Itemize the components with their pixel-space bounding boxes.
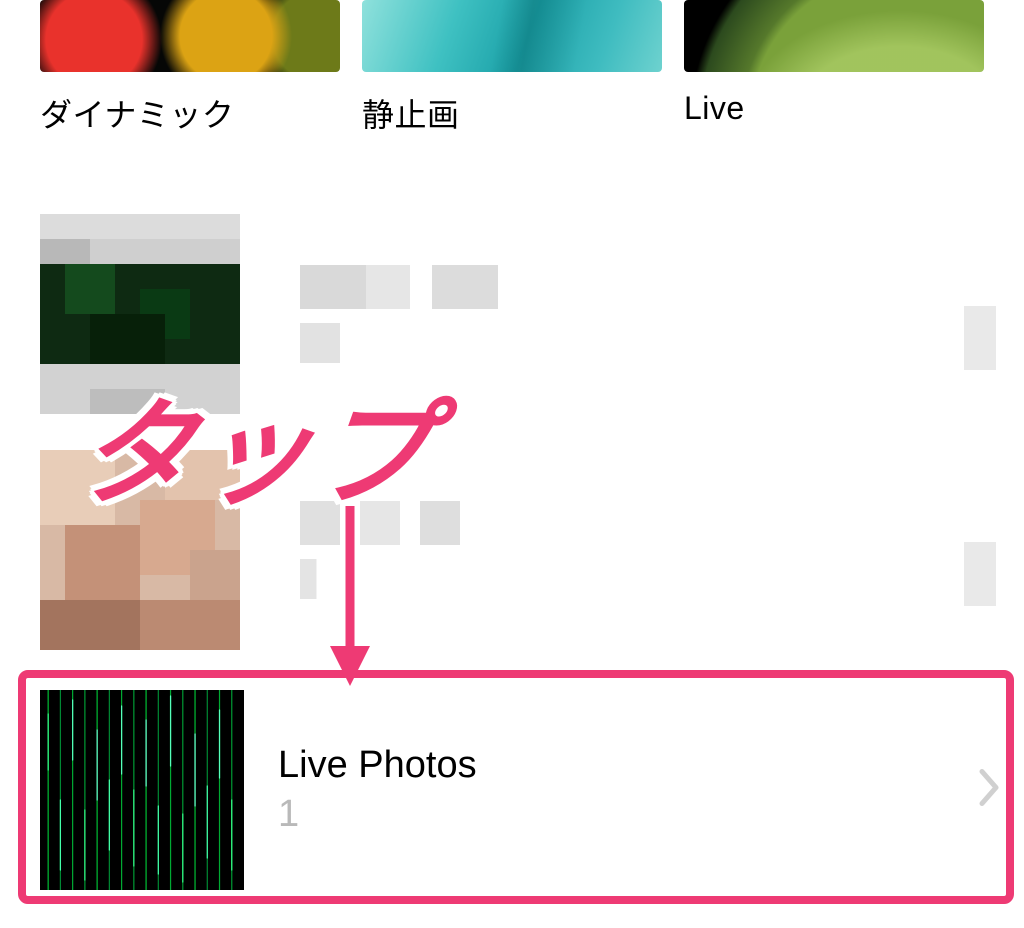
wallpaper-label: Live [684, 90, 984, 127]
wallpaper-category-row: ダイナミック 静止画 Live [0, 0, 1024, 136]
wallpaper-thumb-live [684, 0, 984, 72]
wallpaper-category-still[interactable]: 静止画 [362, 0, 662, 136]
album-list [0, 196, 1024, 668]
wallpaper-thumb-dynamic [40, 0, 340, 72]
album-row-live-photos[interactable]: Live Photos 1 [40, 682, 1024, 898]
album-thumb-obscured [40, 214, 240, 414]
obscured-title [300, 265, 520, 309]
wallpaper-category-live[interactable]: Live [684, 0, 984, 136]
album-thumb-obscured [40, 450, 240, 650]
album-row-obscured[interactable] [0, 196, 1024, 432]
chevron-right-icon [978, 768, 1002, 813]
wallpaper-label: 静止画 [362, 90, 662, 136]
obscured-chevron [964, 542, 996, 606]
album-row-obscured[interactable] [0, 432, 1024, 668]
obscured-title [300, 501, 500, 545]
wallpaper-thumb-still [362, 0, 662, 72]
wallpaper-label: ダイナミック [40, 90, 340, 136]
wallpaper-category-dynamic[interactable]: ダイナミック [40, 0, 340, 136]
album-text: Live Photos 1 [278, 744, 477, 836]
album-title: Live Photos [278, 744, 477, 787]
album-thumb-live-photos [40, 690, 244, 890]
album-text-obscured [300, 501, 500, 599]
obscured-count [300, 323, 360, 363]
obscured-count [300, 559, 350, 599]
album-count: 1 [278, 793, 477, 836]
obscured-chevron [964, 306, 996, 370]
album-text-obscured [300, 265, 520, 363]
